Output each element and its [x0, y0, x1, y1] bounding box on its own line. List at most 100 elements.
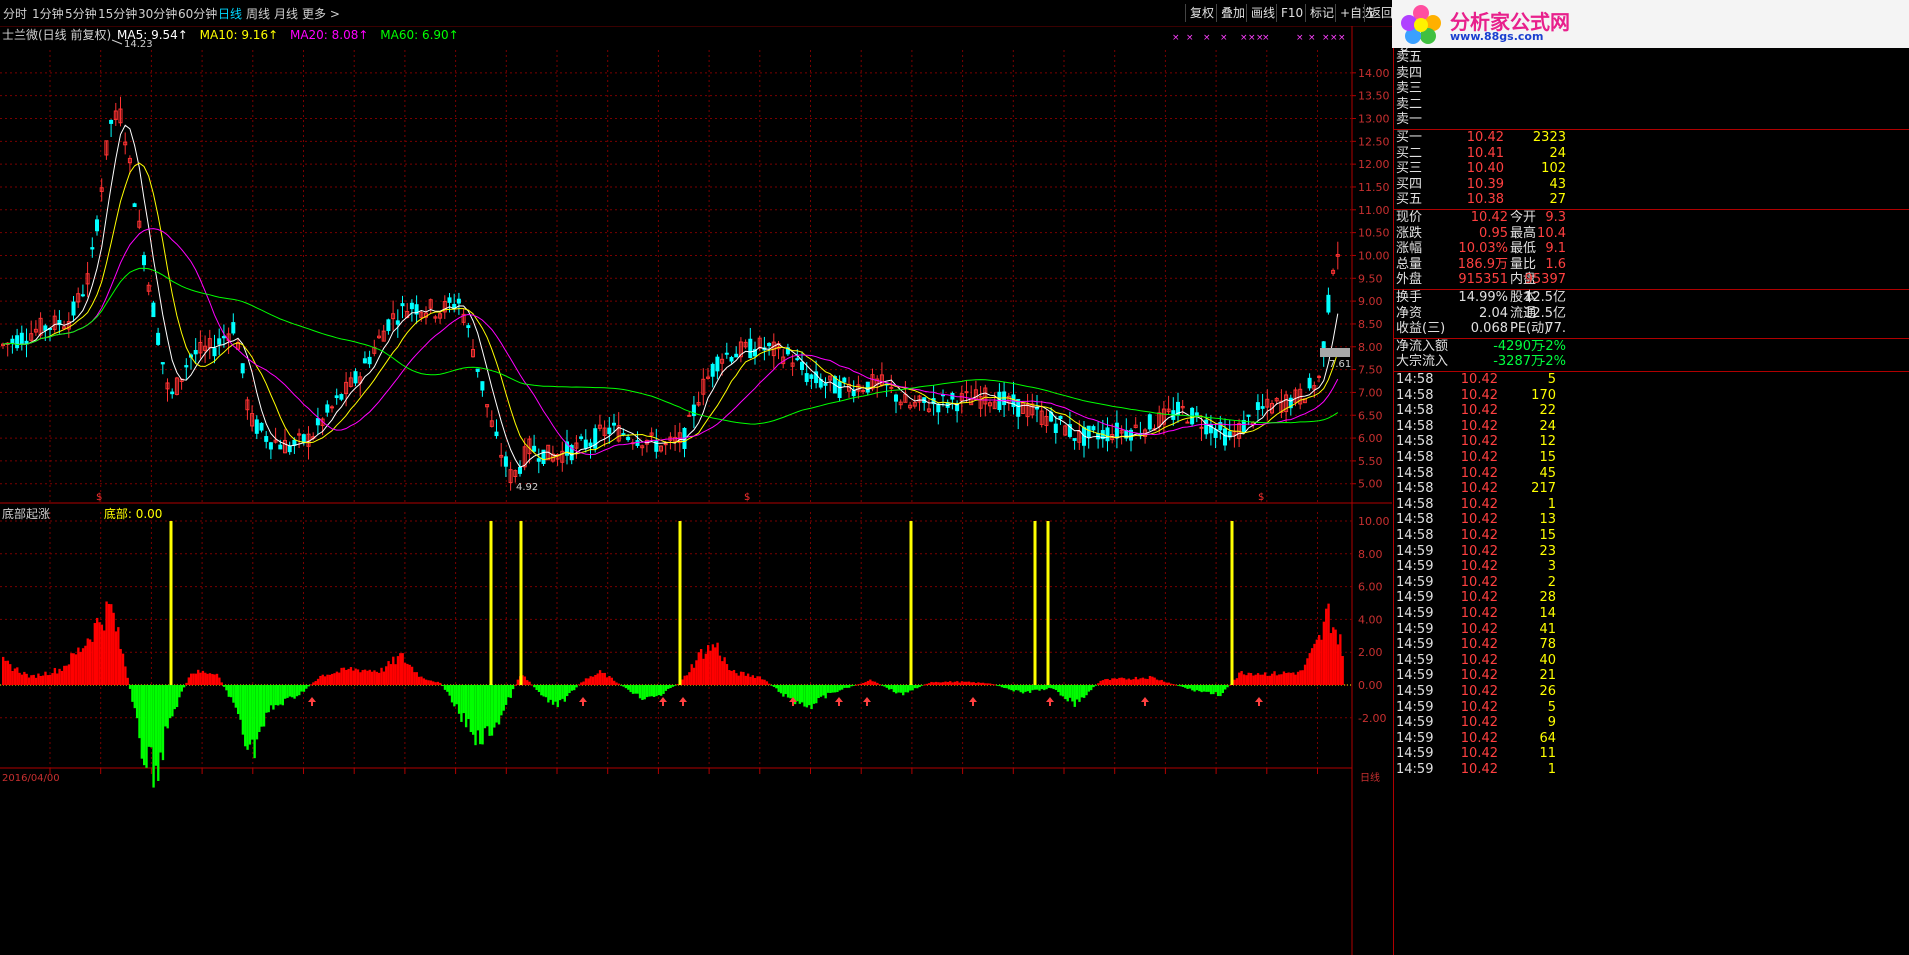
- oscillator-bar: [1310, 648, 1314, 685]
- oscillator-bar: [970, 682, 973, 685]
- tab-weekly[interactable]: 周线: [246, 5, 270, 22]
- y-axis-label: 8.50: [1358, 318, 1383, 331]
- f10-button[interactable]: F10: [1276, 4, 1307, 22]
- oscillator-bar: [732, 669, 736, 685]
- candle-body: [1072, 438, 1077, 441]
- oscillator-bar: [685, 675, 689, 685]
- oscillator-bar: [1249, 673, 1253, 685]
- stat-label: 净资: [1396, 305, 1423, 321]
- candle-body: [193, 349, 198, 355]
- tick-volume: 5: [1547, 699, 1556, 715]
- oscillator-bar: [1318, 635, 1321, 685]
- tick-price: 10.42: [1460, 746, 1498, 762]
- oscillator-bar: [394, 664, 397, 685]
- overlay-button[interactable]: 叠加: [1216, 4, 1249, 22]
- tab-daily[interactable]: 日线: [218, 5, 242, 22]
- main-indicator-line: 士兰微(日线 前复权) MA5: 9.54↑ MA10: 9.16↑ MA20:…: [2, 26, 459, 43]
- candle-body: [612, 422, 616, 426]
- tick-time: 14:59: [1396, 715, 1434, 731]
- tab-more[interactable]: 更多 >: [302, 5, 340, 22]
- oscillator-bar: [709, 650, 712, 685]
- tab-30min[interactable]: 30分钟: [138, 5, 177, 22]
- tab-fenshi[interactable]: 分时: [3, 5, 27, 22]
- tick-volume: 12: [1539, 434, 1556, 450]
- sub-y-axis-label: 8.00: [1358, 548, 1383, 561]
- oscillator-bar: [690, 664, 693, 685]
- oscillator-bar: [937, 682, 940, 685]
- oscillator-bar: [413, 672, 416, 685]
- oscillator-bar: [805, 685, 809, 708]
- quote-header-char: 委: [1398, 48, 1411, 55]
- candle-body: [109, 119, 114, 124]
- oscillator-bar: [1162, 681, 1166, 685]
- oscillator-bar: [897, 685, 900, 693]
- oscillator-bar: [657, 685, 660, 696]
- oscillator-bar: [199, 672, 202, 685]
- oscillator-bar: [354, 668, 357, 685]
- oscillator-bar: [563, 685, 566, 702]
- oscillator-bar: [446, 685, 449, 692]
- oscillator-bar: [1238, 672, 1241, 685]
- oscillator-bar: [746, 673, 750, 685]
- oscillator-bar: [1092, 685, 1095, 688]
- oscillator-bar: [817, 685, 820, 699]
- oscillator-bar: [392, 656, 395, 685]
- oscillator-bar: [504, 685, 508, 705]
- oscillator-bar: [824, 685, 827, 699]
- oscillator-bar: [1087, 685, 1091, 692]
- candle-body: [395, 320, 400, 325]
- oscillator-bar: [1247, 672, 1250, 685]
- oscillator-bar: [204, 672, 207, 685]
- oscillator-bar: [1014, 685, 1018, 691]
- candle-body: [160, 362, 165, 365]
- candle-body: [254, 419, 259, 434]
- oscillator-bar: [1306, 658, 1309, 685]
- oscillator-bar: [429, 680, 433, 685]
- sell-level-row: 卖三: [1394, 81, 1909, 97]
- tick-time: 14:59: [1396, 652, 1434, 668]
- oscillator-bar: [131, 685, 134, 702]
- mark-button[interactable]: 标记: [1305, 4, 1338, 22]
- tab-5min[interactable]: 5分钟: [65, 5, 97, 22]
- candle-body: [95, 219, 99, 232]
- ma20-value: MA20: 8.08↑: [289, 28, 369, 42]
- oscillator-bar: [878, 684, 881, 685]
- oscillator-bar: [801, 685, 804, 703]
- candle-body: [1241, 419, 1246, 433]
- tab-monthly[interactable]: 月线: [274, 5, 298, 22]
- tick-price: 10.42: [1460, 684, 1498, 699]
- tick-price: 10.42: [1460, 496, 1498, 512]
- buy-level-label: 买一: [1396, 130, 1423, 145]
- tab-60min[interactable]: 60分钟: [178, 5, 217, 22]
- oscillator-bar: [587, 678, 590, 685]
- oscillator-bar: [1193, 685, 1196, 692]
- oscillator-bar: [782, 685, 785, 697]
- buy-level-label: 买五: [1396, 192, 1423, 208]
- oscillator-bar: [401, 653, 404, 685]
- oscillator-bar: [1066, 685, 1069, 702]
- tab-1min[interactable]: 1分钟: [32, 5, 64, 22]
- oscillator-bar: [1068, 685, 1072, 698]
- tick-row: 14:59 10.42 11: [1394, 746, 1909, 762]
- draw-line-button[interactable]: 画线: [1246, 4, 1279, 22]
- tick-price: 10.42: [1460, 450, 1498, 465]
- oscillator-bar: [366, 670, 369, 685]
- oscillator-bar: [650, 685, 653, 697]
- oscillator-bar: [51, 673, 54, 685]
- tick-row: 14:58 10.42 15: [1394, 450, 1909, 466]
- oscillator-bar: [1003, 685, 1006, 688]
- kline-chart[interactable]: 14.00 13.50 13.00 12.50 12.00 11.50 11.00 10.50…: [0, 26, 1392, 955]
- oscillator-bar: [1134, 676, 1138, 685]
- oscillator-bar: [1064, 685, 1067, 700]
- y-axis-label: 9.00: [1358, 295, 1383, 308]
- oscillator-bar: [507, 685, 510, 698]
- oscillator-bar: [631, 685, 635, 694]
- oscillator-bar: [584, 678, 588, 685]
- fuquan-button[interactable]: 复权: [1185, 4, 1218, 22]
- oscillator-bar: [291, 685, 294, 698]
- y-axis-label: 6.00: [1358, 432, 1383, 445]
- oscillator-bar: [145, 685, 148, 768]
- tab-15min[interactable]: 15分钟: [98, 5, 137, 22]
- oscillator-bar: [267, 685, 270, 713]
- oscillator-bar: [1240, 671, 1243, 685]
